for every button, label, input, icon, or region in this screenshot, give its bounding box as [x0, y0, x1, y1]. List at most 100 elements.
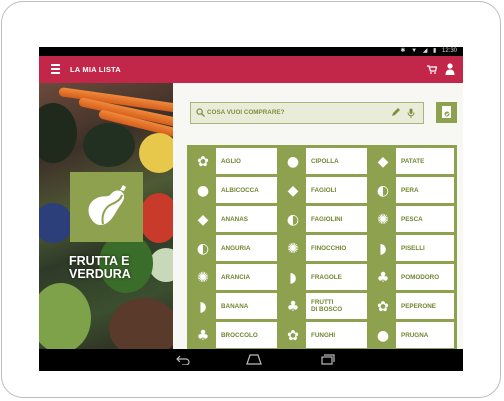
product-item[interactable]: ◗ BANANA: [190, 293, 277, 319]
search-bar[interactable]: COSA VUOI COMPRARE?: [190, 102, 424, 124]
product-item[interactable]: ◐ FAGIOLINI: [280, 206, 367, 232]
person-icon[interactable]: [445, 63, 455, 75]
menu-icon[interactable]: [51, 64, 60, 75]
svg-text:♣: ♣: [197, 328, 210, 344]
product-label: AGLIO: [221, 157, 241, 165]
app-title: LA MIA LISTA: [70, 65, 121, 74]
svg-text:♣: ♣: [377, 270, 390, 286]
product-item[interactable]: ◆ ANANAS: [190, 206, 277, 232]
shopping-list-icon: [442, 106, 451, 118]
product-icon: ♣: [370, 264, 396, 290]
svg-text:◐: ◐: [197, 241, 209, 257]
product-label: ANGURIA: [221, 244, 251, 252]
product-label: PEPERONE: [401, 302, 436, 310]
search-icon: [196, 108, 205, 117]
product-item[interactable]: ✿ FUNGHI: [280, 322, 367, 348]
svg-text:◐: ◐: [287, 212, 299, 228]
shopping-list-button[interactable]: [436, 102, 457, 123]
app-bar: LA MIA LISTA: [39, 56, 463, 83]
signal-icon: ◢: [422, 48, 428, 54]
svg-text:◆: ◆: [198, 212, 209, 228]
product-label: BROCCOLO: [221, 331, 258, 339]
product-label: FRUTTI DI BOSCO: [311, 299, 343, 313]
product-item[interactable]: ● CIPOLLA: [280, 148, 367, 174]
product-label: BANANA: [221, 302, 249, 310]
product-icon: ◗: [280, 264, 306, 290]
svg-text:◗: ◗: [379, 241, 386, 257]
product-icon: ◆: [190, 206, 216, 232]
product-label: PESCA: [401, 215, 423, 223]
product-item[interactable]: ♣ POMODORO: [370, 264, 454, 290]
app-screen: ✱ ▼ ◢ ▮ 12:30 LA MIA LISTA FRUTTA E VERD…: [39, 47, 463, 371]
product-icon: ◐: [280, 206, 306, 232]
product-label: POMODORO: [401, 273, 440, 281]
svg-text:✿: ✿: [287, 328, 299, 344]
product-icon: ●: [280, 148, 306, 174]
product-label: FAGIOLI: [311, 186, 337, 194]
product-item[interactable]: ◆ PATATE: [370, 148, 454, 174]
product-icon: ✿: [280, 322, 306, 348]
svg-text:♣: ♣: [287, 299, 300, 315]
product-label: FINOCCHIO: [311, 244, 347, 252]
product-icon: ◐: [190, 235, 216, 261]
battery-icon: ▮: [433, 48, 437, 54]
svg-text:✿: ✿: [377, 299, 389, 315]
eggplant-icon: [88, 185, 126, 225]
product-item[interactable]: ◆ FAGIOLI: [280, 177, 367, 203]
product-icon: ✺: [280, 235, 306, 261]
product-label: PISELLI: [401, 244, 425, 252]
product-item[interactable]: ♣ FRUTTI DI BOSCO: [280, 293, 367, 319]
product-icon: ◐: [370, 177, 396, 203]
product-label: PERA: [401, 186, 419, 194]
product-item[interactable]: ✺ FINOCCHIO: [280, 235, 367, 261]
recents-icon[interactable]: [321, 354, 335, 365]
svg-text:✺: ✺: [197, 270, 209, 286]
product-item[interactable]: ✺ ARANCIA: [190, 264, 277, 290]
product-label: ANANAS: [221, 215, 248, 223]
pencil-icon[interactable]: [391, 108, 400, 117]
mic-icon[interactable]: [407, 108, 415, 118]
svg-text:◐: ◐: [377, 183, 389, 199]
status-time: 12:30: [441, 48, 457, 54]
svg-text:◆: ◆: [288, 183, 299, 199]
product-item[interactable]: ✿ AGLIO: [190, 148, 277, 174]
svg-text:●: ●: [287, 154, 299, 170]
product-icon: ✺: [190, 264, 216, 290]
product-icon: ♣: [190, 322, 216, 348]
cart-icon[interactable]: [427, 65, 437, 74]
product-icon: ✿: [370, 293, 396, 319]
product-item[interactable]: ♣ BROCCOLO: [190, 322, 277, 348]
product-label: PRUGNA: [401, 331, 429, 339]
nav-bar: [39, 349, 463, 371]
product-item[interactable]: ✿ PEPERONE: [370, 293, 454, 319]
product-icon: ◗: [370, 235, 396, 261]
category-tile[interactable]: [70, 172, 143, 242]
product-item[interactable]: ● PRUGNA: [370, 322, 454, 348]
svg-text:●: ●: [377, 328, 389, 344]
product-item[interactable]: ◗ FRAGOLE: [280, 264, 367, 290]
product-item[interactable]: ✺ PESCA: [370, 206, 454, 232]
product-icon: ♣: [280, 293, 306, 319]
product-item[interactable]: ◐ PERA: [370, 177, 454, 203]
svg-text:✺: ✺: [287, 241, 299, 257]
product-icon: ◆: [280, 177, 306, 203]
main-content: FRUTTA E VERDURA COSA VUOI COMPRARE? ✿ A…: [39, 83, 463, 357]
product-icon: ✺: [370, 206, 396, 232]
product-label: FAGIOLINI: [311, 215, 343, 223]
category-label: FRUTTA E VERDURA: [69, 255, 169, 281]
category-label-line2: VERDURA: [69, 267, 131, 281]
search-input[interactable]: COSA VUOI COMPRARE?: [207, 103, 284, 123]
svg-text:◗: ◗: [289, 270, 296, 286]
bluetooth-icon: ✱: [400, 48, 406, 54]
status-bar: ✱ ▼ ◢ ▮ 12:30: [39, 47, 463, 56]
back-icon[interactable]: [176, 354, 190, 365]
product-icon: ◗: [190, 293, 216, 319]
product-label: ARANCIA: [221, 273, 251, 281]
product-label: CIPOLLA: [311, 157, 339, 165]
home-icon[interactable]: [246, 354, 262, 365]
product-label: FUNGHI: [311, 331, 336, 339]
product-item[interactable]: ● ALBICOCCA: [190, 177, 277, 203]
product-item[interactable]: ◐ ANGURIA: [190, 235, 277, 261]
product-label: FRAGOLE: [311, 273, 342, 281]
product-item[interactable]: ◗ PISELLI: [370, 235, 454, 261]
